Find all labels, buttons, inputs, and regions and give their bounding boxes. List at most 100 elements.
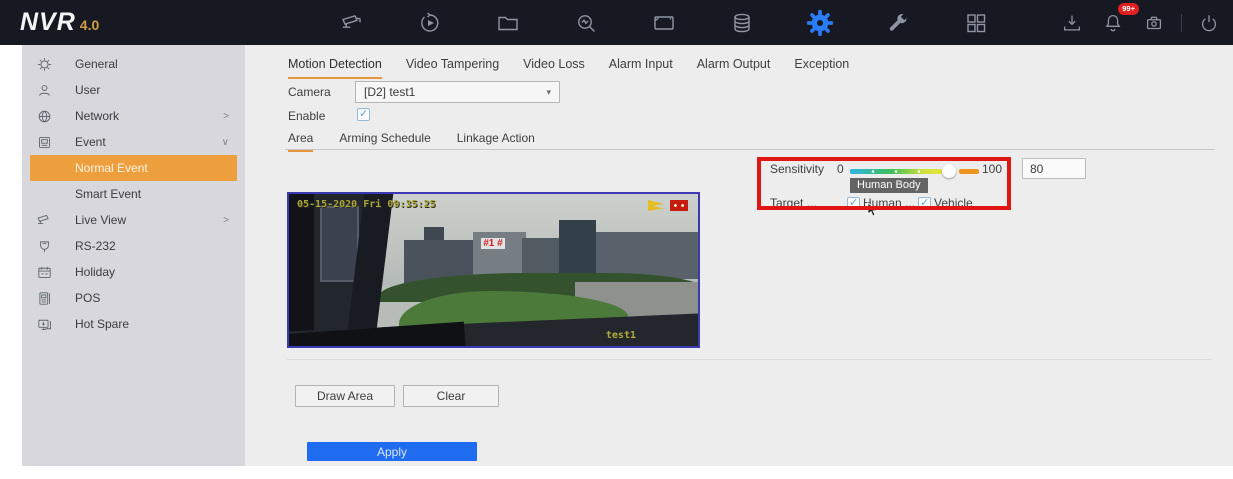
target-label: Target ... xyxy=(770,196,817,210)
database-icon xyxy=(730,11,754,35)
camera-select-value: [D2] test1 xyxy=(364,85,415,99)
sidebar: General User Network > Event ∨ Normal Ev… xyxy=(22,45,245,466)
playback-icon[interactable] xyxy=(416,9,444,37)
osd-channel-overlay: #1 # xyxy=(481,238,504,249)
topbar-divider xyxy=(1181,14,1182,32)
sensitivity-slider-remainder[interactable] xyxy=(959,169,979,174)
sensitivity-slider-track[interactable] xyxy=(850,169,942,174)
enable-checkbox[interactable] xyxy=(357,108,370,121)
tab-alarm-output[interactable]: Alarm Output xyxy=(697,57,771,79)
sidebar-item-label: Event xyxy=(75,135,106,149)
topbar-main-icons xyxy=(338,0,990,45)
osd-alert-icon xyxy=(670,200,688,211)
playback-circle-icon xyxy=(418,11,442,35)
sensitivity-min: 0 xyxy=(837,162,844,176)
sidebar-item-hot-spare[interactable]: Hot Spare xyxy=(30,311,237,337)
logo-version: 4.0 xyxy=(80,17,99,33)
wrench-icon xyxy=(886,11,910,35)
sidebar-item-label: User xyxy=(75,83,100,97)
tab-exception[interactable]: Exception xyxy=(794,57,849,79)
sidebar-item-normal-event[interactable]: Normal Event xyxy=(30,155,237,181)
chevron-right-icon: > xyxy=(223,111,237,122)
power-icon[interactable] xyxy=(1195,9,1223,37)
file-management-icon[interactable] xyxy=(494,9,522,37)
mouse-cursor-icon xyxy=(867,202,879,223)
sidebar-item-label: Holiday xyxy=(75,265,115,279)
enable-label: Enable xyxy=(288,109,325,123)
target-vehicle-label: Vehicle xyxy=(934,196,973,210)
logo-text: NVR xyxy=(20,8,76,36)
apply-button[interactable]: Apply xyxy=(307,442,477,461)
sidebar-item-event[interactable]: Event ∨ xyxy=(30,129,237,155)
sidebar-item-label: Network xyxy=(75,109,119,123)
sensitivity-slider-handle[interactable] xyxy=(942,164,956,178)
search-icon xyxy=(574,11,598,35)
sidebar-item-network[interactable]: Network > xyxy=(30,103,237,129)
download-icon[interactable] xyxy=(1058,9,1086,37)
maintenance-icon[interactable] xyxy=(884,9,912,37)
bell-icon xyxy=(1102,12,1124,34)
archive-icon[interactable] xyxy=(1140,9,1168,37)
grid-icon xyxy=(964,11,988,35)
smart-search-icon[interactable] xyxy=(572,9,600,37)
sidebar-item-live-view[interactable]: Live View > xyxy=(30,207,237,233)
sidebar-item-pos[interactable]: POS xyxy=(30,285,237,311)
hot-spare-monitor-icon xyxy=(35,315,53,333)
sidebar-item-label: Normal Event xyxy=(75,161,148,175)
sidebar-item-label: POS xyxy=(75,291,100,305)
tab-video-loss[interactable]: Video Loss xyxy=(523,57,585,79)
sidebar-item-label: RS-232 xyxy=(75,239,116,253)
alarm-count-badge: 99+ xyxy=(1118,3,1139,16)
system-configuration-icon[interactable] xyxy=(806,9,834,37)
sidebar-item-label: Hot Spare xyxy=(75,317,129,331)
section-divider xyxy=(287,359,1212,360)
osd-camera-name: test1 xyxy=(606,330,636,341)
sensitivity-value-input[interactable] xyxy=(1022,158,1086,179)
display-icon[interactable] xyxy=(650,9,678,37)
tab-motion-detection[interactable]: Motion Detection xyxy=(288,57,382,79)
calendar-icon xyxy=(35,263,53,281)
sidebar-item-label: Live View xyxy=(75,213,126,227)
layout-icon[interactable] xyxy=(962,9,990,37)
sensitivity-label: Sensitivity xyxy=(770,162,824,176)
slider-tooltip: Human Body xyxy=(850,178,928,193)
gear-outline-icon xyxy=(35,55,53,73)
sidebar-item-smart-event[interactable]: Smart Event xyxy=(30,181,237,207)
clear-button[interactable]: Clear xyxy=(403,385,499,407)
sidebar-item-holiday[interactable]: Holiday xyxy=(30,259,237,285)
power-symbol-icon xyxy=(1198,12,1220,34)
sidebar-item-rs232[interactable]: RS-232 xyxy=(30,233,237,259)
sidebar-item-user[interactable]: User xyxy=(30,77,237,103)
globe-icon xyxy=(35,107,53,125)
event-note-icon xyxy=(35,133,53,151)
dome-camera-icon xyxy=(1143,12,1165,34)
cctv-camera-icon xyxy=(339,11,365,35)
tab-video-tampering[interactable]: Video Tampering xyxy=(406,57,499,79)
main-content: Motion Detection Video Tampering Video L… xyxy=(245,45,1233,466)
video-preview-canvas[interactable]: 05-15-2020 Fri 09:35:25 #1 # test1 xyxy=(287,192,700,348)
serial-port-icon xyxy=(35,237,53,255)
chevron-down-icon: ∨ xyxy=(222,137,237,148)
draw-area-button[interactable]: Draw Area xyxy=(295,385,395,407)
video-window-frame xyxy=(289,194,314,346)
storage-icon[interactable] xyxy=(728,9,756,37)
download-arrow-icon xyxy=(1061,12,1083,34)
tab-alarm-input[interactable]: Alarm Input xyxy=(609,57,673,79)
subtabs-divider xyxy=(285,149,1215,150)
topbar-right-icons: 99+ xyxy=(1058,0,1223,45)
video-window-pane xyxy=(320,206,359,282)
folder-icon xyxy=(496,11,520,35)
camera-select[interactable]: [D2] test1 ▾ xyxy=(355,81,560,103)
target-vehicle-checkbox[interactable] xyxy=(918,197,931,210)
gear-icon xyxy=(806,9,834,37)
sidebar-item-general[interactable]: General xyxy=(30,51,237,77)
sidebar-item-label: General xyxy=(75,57,118,71)
live-view-icon[interactable] xyxy=(338,9,366,37)
video-building xyxy=(596,232,698,279)
user-icon xyxy=(35,81,53,99)
app-logo: NVR4.0 xyxy=(20,8,99,37)
sensitivity-max: 100 xyxy=(982,162,1002,176)
target-human-checkbox[interactable] xyxy=(847,197,860,210)
chevron-down-icon: ▾ xyxy=(546,87,551,98)
sidebar-item-label: Smart Event xyxy=(75,187,141,201)
